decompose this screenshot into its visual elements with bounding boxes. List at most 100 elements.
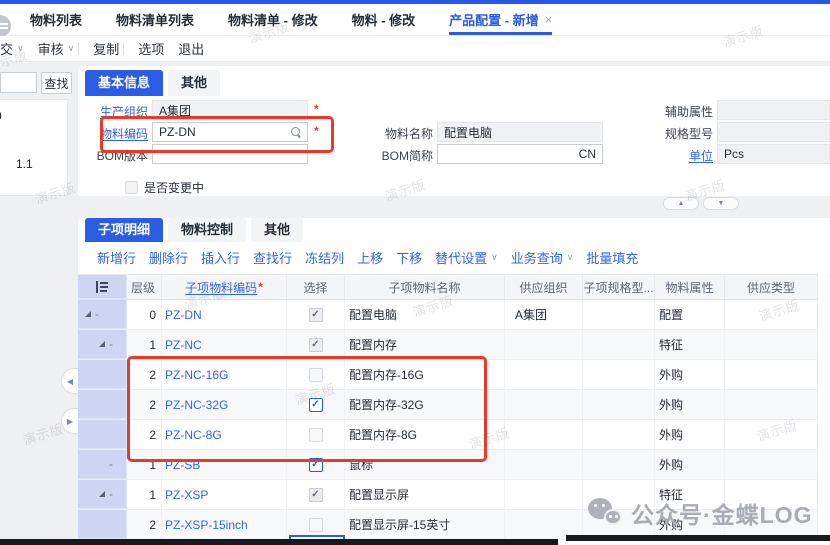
detail-tab[interactable]: 物料控制 bbox=[168, 218, 246, 242]
level-cell[interactable]: 2 bbox=[127, 390, 162, 419]
level-cell[interactable]: 0 bbox=[127, 300, 162, 329]
org-cell[interactable] bbox=[505, 450, 583, 479]
attr-cell[interactable]: 外购 bbox=[655, 360, 725, 389]
tree-cell[interactable]: - bbox=[78, 510, 127, 539]
expand-icon[interactable] bbox=[99, 341, 105, 347]
bom-short-input[interactable]: CN bbox=[437, 144, 603, 164]
name-cell[interactable]: 配置内存-16G bbox=[345, 360, 505, 389]
detail-tab[interactable]: 其他 bbox=[251, 218, 303, 242]
supply-cell[interactable] bbox=[725, 480, 817, 509]
org-cell[interactable] bbox=[505, 420, 583, 449]
splitter-collapse-left-icon[interactable]: ◀ bbox=[61, 368, 78, 394]
grid-action-button[interactable]: 业务查询 ∨ bbox=[511, 248, 574, 267]
row-checkbox[interactable] bbox=[309, 338, 323, 352]
collapse-dash-icon[interactable]: - bbox=[109, 337, 113, 351]
close-tab-icon[interactable]: × bbox=[545, 12, 553, 27]
collapse-dash-icon[interactable]: - bbox=[109, 487, 113, 501]
select-cell[interactable] bbox=[287, 360, 345, 389]
spec-cell[interactable] bbox=[583, 420, 655, 449]
tree-cell[interactable]: - bbox=[78, 390, 127, 419]
code-cell[interactable]: PZ-NC-32G bbox=[162, 390, 287, 419]
changing-checkbox[interactable] bbox=[125, 181, 138, 194]
org-cell[interactable] bbox=[505, 480, 583, 509]
supply-cell[interactable] bbox=[725, 450, 817, 479]
row-checkbox[interactable] bbox=[309, 488, 323, 502]
org-cell[interactable] bbox=[505, 330, 583, 359]
code-cell[interactable]: PZ-SB bbox=[162, 450, 287, 479]
window-tab[interactable]: 产品配置 - 新增 × bbox=[449, 4, 552, 35]
code-cell[interactable]: PZ-NC-16G bbox=[162, 360, 287, 389]
tree-search-input[interactable] bbox=[0, 72, 37, 93]
attr-cell[interactable]: 特征 bbox=[655, 480, 725, 509]
select-cell[interactable] bbox=[287, 420, 345, 449]
grid-action-button[interactable]: 冻结列 bbox=[305, 248, 344, 267]
name-cell[interactable]: 配置内存 bbox=[345, 330, 505, 359]
table-row[interactable]: - 2 PZ-NC-8G 配置内存-8G 外购 bbox=[78, 420, 818, 450]
detail-tab[interactable]: 子项明细 bbox=[85, 218, 163, 242]
org-cell[interactable]: A集团 bbox=[505, 300, 583, 329]
menu-icon[interactable] bbox=[0, 15, 11, 37]
org-cell[interactable] bbox=[505, 390, 583, 419]
org-cell[interactable] bbox=[505, 360, 583, 389]
toolbar-button[interactable]: 退出 bbox=[178, 39, 204, 58]
table-row[interactable]: - 0 PZ-DN 配置电脑 A集团 配置 bbox=[78, 300, 818, 330]
level-cell[interactable]: 2 bbox=[127, 510, 162, 539]
tree-cell[interactable]: - bbox=[78, 450, 127, 479]
grid-action-button[interactable]: 下移 bbox=[396, 248, 422, 267]
grid-scrollbar[interactable] bbox=[817, 274, 830, 540]
collapse-up-button[interactable]: ▲ bbox=[663, 197, 699, 210]
supply-cell[interactable] bbox=[725, 330, 817, 359]
supply-cell[interactable] bbox=[725, 420, 817, 449]
grid-action-button[interactable]: 删除行 bbox=[149, 248, 188, 267]
level-cell[interactable]: 1 bbox=[127, 450, 162, 479]
tree-node[interactable]: 0 bbox=[0, 109, 2, 123]
name-cell[interactable]: 配置显示屏-15英寸 bbox=[345, 510, 505, 539]
expand-icon[interactable] bbox=[99, 491, 105, 497]
material-code-input[interactable]: PZ-DN bbox=[152, 122, 308, 142]
row-checkbox[interactable] bbox=[309, 308, 323, 322]
tree-cell[interactable]: - bbox=[78, 480, 127, 509]
spec-column-header[interactable]: 子项规格型... bbox=[583, 275, 655, 299]
attr-cell[interactable]: 配置 bbox=[655, 300, 725, 329]
prod-org-label[interactable]: 生产组织 bbox=[86, 103, 148, 120]
spec-cell[interactable] bbox=[583, 360, 655, 389]
window-tab[interactable]: 物料清单 - 修改 bbox=[228, 4, 318, 35]
select-cell[interactable] bbox=[287, 480, 345, 509]
name-cell[interactable]: 配置内存-8G bbox=[345, 420, 505, 449]
row-checkbox[interactable] bbox=[309, 368, 323, 382]
toolbar-button[interactable]: 复制 bbox=[93, 39, 124, 58]
material-code-label[interactable]: 物料编码 bbox=[86, 125, 148, 142]
row-checkbox[interactable] bbox=[309, 398, 323, 412]
grid-action-button[interactable]: 批量填充 bbox=[586, 248, 638, 267]
toolbar-button[interactable]: 审核 ∨ bbox=[38, 39, 80, 58]
unit-label[interactable]: 单位 bbox=[651, 147, 713, 164]
grid-action-button[interactable]: 查找行 bbox=[253, 248, 292, 267]
name-cell[interactable]: 配置电脑 bbox=[345, 300, 505, 329]
window-tab[interactable]: 物料列表 bbox=[30, 4, 82, 35]
attr-cell[interactable]: 特征 bbox=[655, 330, 725, 359]
spec-cell[interactable] bbox=[583, 390, 655, 419]
form-tab[interactable]: 其他 bbox=[168, 70, 220, 96]
level-cell[interactable]: 2 bbox=[127, 420, 162, 449]
table-row[interactable]: - 2 PZ-NC-16G 配置内存-16G 外购 bbox=[78, 360, 818, 390]
attr-cell[interactable]: 外购 bbox=[655, 450, 725, 479]
table-row[interactable]: - 1 PZ-NC 配置内存 特征 bbox=[78, 330, 818, 360]
code-cell[interactable]: PZ-XSP-15inch bbox=[162, 510, 287, 539]
code-cell[interactable]: PZ-NC bbox=[162, 330, 287, 359]
window-tab[interactable]: 物料 - 修改 bbox=[352, 4, 416, 35]
supply-column-header[interactable]: 供应类型 bbox=[725, 275, 817, 299]
grid-action-button[interactable]: 插入行 bbox=[201, 248, 240, 267]
table-row[interactable]: - 1 PZ-SB 鼠标 外购 bbox=[78, 450, 818, 480]
tree-node[interactable]: 1.1 bbox=[16, 157, 33, 171]
row-checkbox[interactable] bbox=[309, 428, 323, 442]
grid-action-button[interactable]: 上移 bbox=[357, 248, 383, 267]
level-cell[interactable]: 2 bbox=[127, 360, 162, 389]
select-cell[interactable] bbox=[287, 330, 345, 359]
grid-action-button[interactable]: 替代设置 ∨ bbox=[435, 248, 498, 267]
code-cell[interactable]: PZ-XSP bbox=[162, 480, 287, 509]
spec-cell[interactable] bbox=[583, 480, 655, 509]
form-tab[interactable]: 基本信息 bbox=[85, 70, 163, 96]
name-cell[interactable]: 配置内存-32G bbox=[345, 390, 505, 419]
expand-icon[interactable] bbox=[85, 311, 91, 317]
attr-cell[interactable]: 外购 bbox=[655, 390, 725, 419]
